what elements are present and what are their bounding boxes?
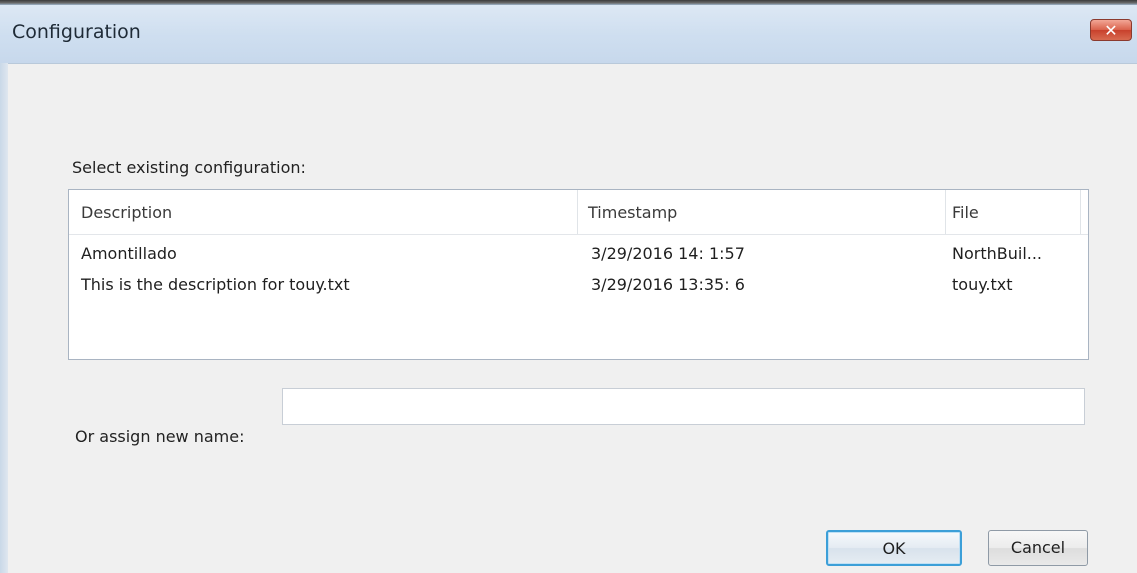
cancel-button[interactable]: Cancel (988, 530, 1088, 566)
configuration-dialog: Configuration ✕ Select existing configur… (0, 0, 1137, 573)
column-header-description[interactable]: Description (81, 203, 172, 222)
new-name-input[interactable] (282, 388, 1085, 425)
row-timestamp: 3/29/2016 14: 1:57 (591, 244, 745, 263)
table-row[interactable]: This is the description for touy.txt 3/2… (69, 273, 1088, 297)
window-title: Configuration (12, 21, 141, 43)
ok-button[interactable]: OK (826, 530, 962, 566)
column-divider[interactable] (577, 190, 578, 234)
row-file: touy.txt (952, 275, 1013, 294)
row-description: Amontillado (81, 244, 177, 263)
list-header: Description Timestamp File (69, 190, 1088, 235)
close-button[interactable]: ✕ (1090, 19, 1132, 41)
column-divider[interactable] (945, 190, 946, 234)
row-file: NorthBuil... (952, 244, 1043, 263)
title-bar[interactable]: Configuration ✕ (0, 5, 1137, 64)
close-icon: ✕ (1104, 21, 1118, 40)
column-header-file[interactable]: File (952, 203, 979, 222)
select-existing-label: Select existing configuration: (72, 158, 306, 177)
column-divider[interactable] (1080, 190, 1081, 234)
row-description: This is the description for touy.txt (81, 275, 350, 294)
row-timestamp: 3/29/2016 13:35: 6 (591, 275, 745, 294)
new-name-label: Or assign new name: (75, 427, 245, 446)
window-left-edge (0, 63, 8, 573)
column-header-timestamp[interactable]: Timestamp (588, 203, 677, 222)
configuration-list[interactable]: Description Timestamp File Amontillado 3… (68, 189, 1089, 360)
table-row[interactable]: Amontillado 3/29/2016 14: 1:57 NorthBuil… (69, 242, 1088, 266)
